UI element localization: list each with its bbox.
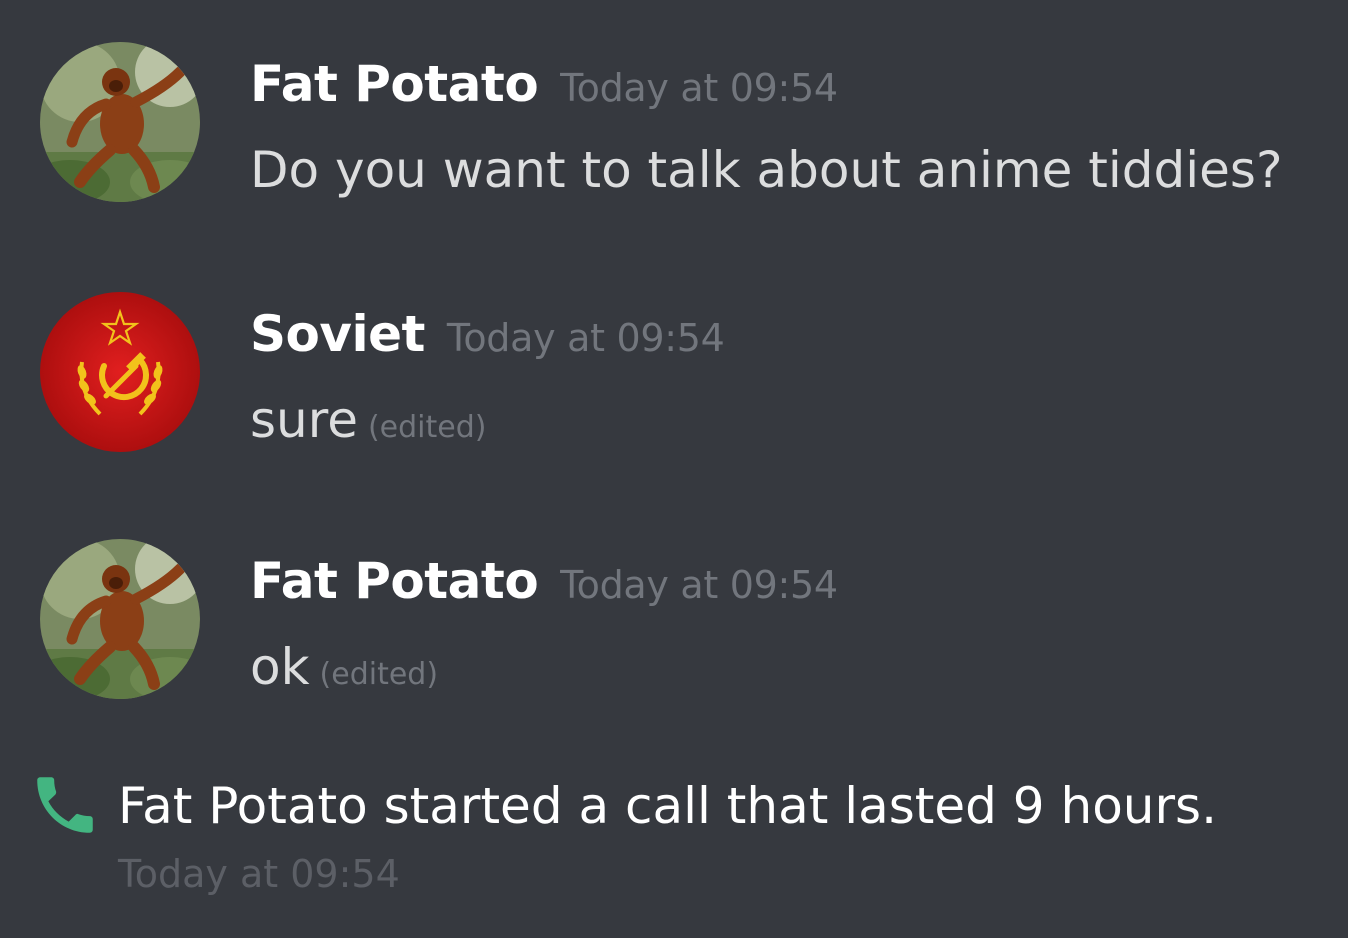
- username[interactable]: Fat Potato: [250, 55, 539, 113]
- message-timestamp: Today at 09:54: [560, 563, 838, 607]
- call-text: Fat Potato started a call that lasted 9 …: [118, 777, 1217, 835]
- call-timestamp: Today at 09:54: [118, 852, 400, 896]
- soviet-emblem-avatar[interactable]: [40, 292, 200, 452]
- message-content: sure (edited): [250, 384, 486, 464]
- orangutan-avatar[interactable]: [40, 42, 200, 202]
- call-system-message: Fat Potato started a call that lasted 9 …: [0, 760, 1348, 930]
- message-content: ok (edited): [250, 631, 438, 711]
- message-header: Fat Potato Today at 09:54: [250, 52, 838, 120]
- message-timestamp: Today at 09:54: [446, 316, 725, 360]
- chat-message: Soviet Today at 09:54 sure (edited): [0, 250, 1348, 452]
- orangutan-avatar[interactable]: [40, 539, 200, 699]
- message-text: sure: [250, 391, 358, 449]
- message-text: Do you want to talk about anime tiddies?: [250, 141, 1283, 199]
- username[interactable]: Soviet: [250, 305, 425, 363]
- phone-icon: [37, 777, 93, 833]
- message-header: Soviet Today at 09:54: [250, 302, 725, 370]
- message-text: ok: [250, 638, 310, 696]
- message-header: Fat Potato Today at 09:54: [250, 549, 838, 617]
- message-content: Do you want to talk about anime tiddies?: [250, 134, 1283, 206]
- username[interactable]: Fat Potato: [250, 552, 539, 610]
- chat-message: Fat Potato Today at 09:54 Do you want to …: [0, 0, 1348, 202]
- edited-label: (edited): [319, 657, 439, 692]
- chat-log: Fat Potato Today at 09:54 Do you want to …: [0, 0, 1348, 938]
- message-timestamp: Today at 09:54: [560, 66, 838, 110]
- edited-label: (edited): [367, 410, 487, 445]
- chat-message: Fat Potato Today at 09:54 ok (edited): [0, 497, 1348, 699]
